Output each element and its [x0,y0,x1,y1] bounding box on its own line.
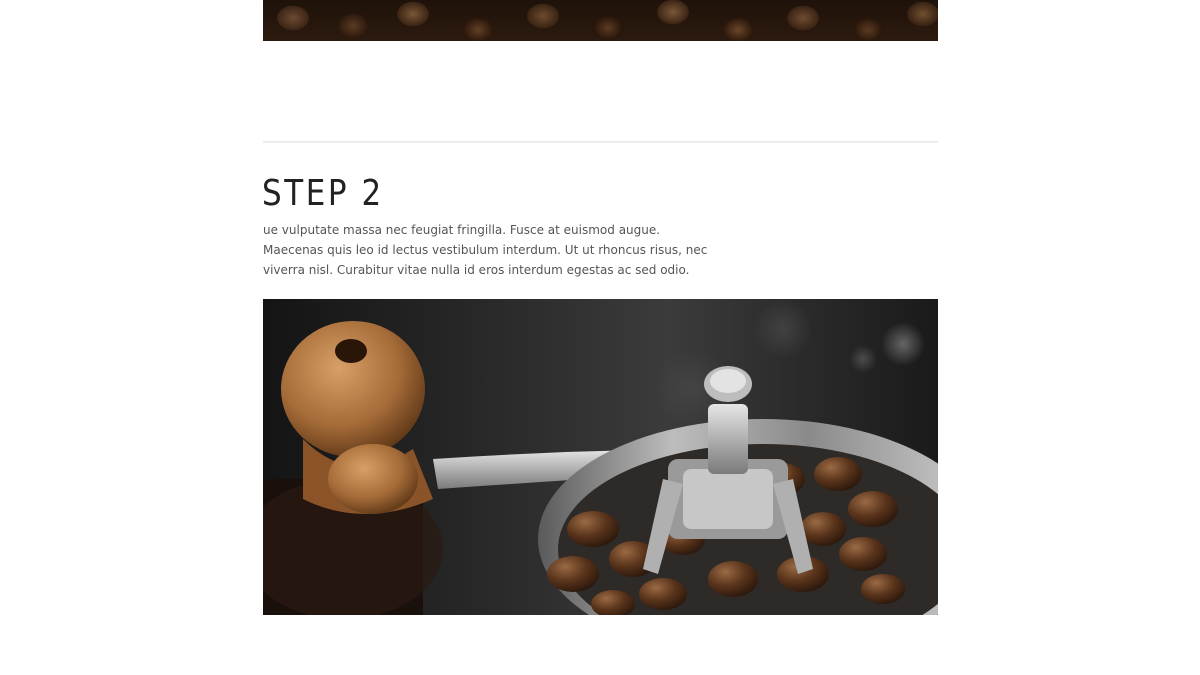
coffee-grinder-image [263,299,938,615]
step-description: ue vulputate massa nec feugiat fringilla… [263,220,708,280]
step-title: STEP 2 [262,173,384,214]
section-divider [263,141,938,143]
step-description-line: ue vulputate massa nec feugiat fringilla… [263,223,661,237]
step-description-line: viverra nisl. Curabitur vitae nulla id e… [263,263,690,277]
step-description-line: Maecenas quis leo id lectus vestibulum i… [263,243,708,257]
coffee-beans-image [263,0,938,41]
